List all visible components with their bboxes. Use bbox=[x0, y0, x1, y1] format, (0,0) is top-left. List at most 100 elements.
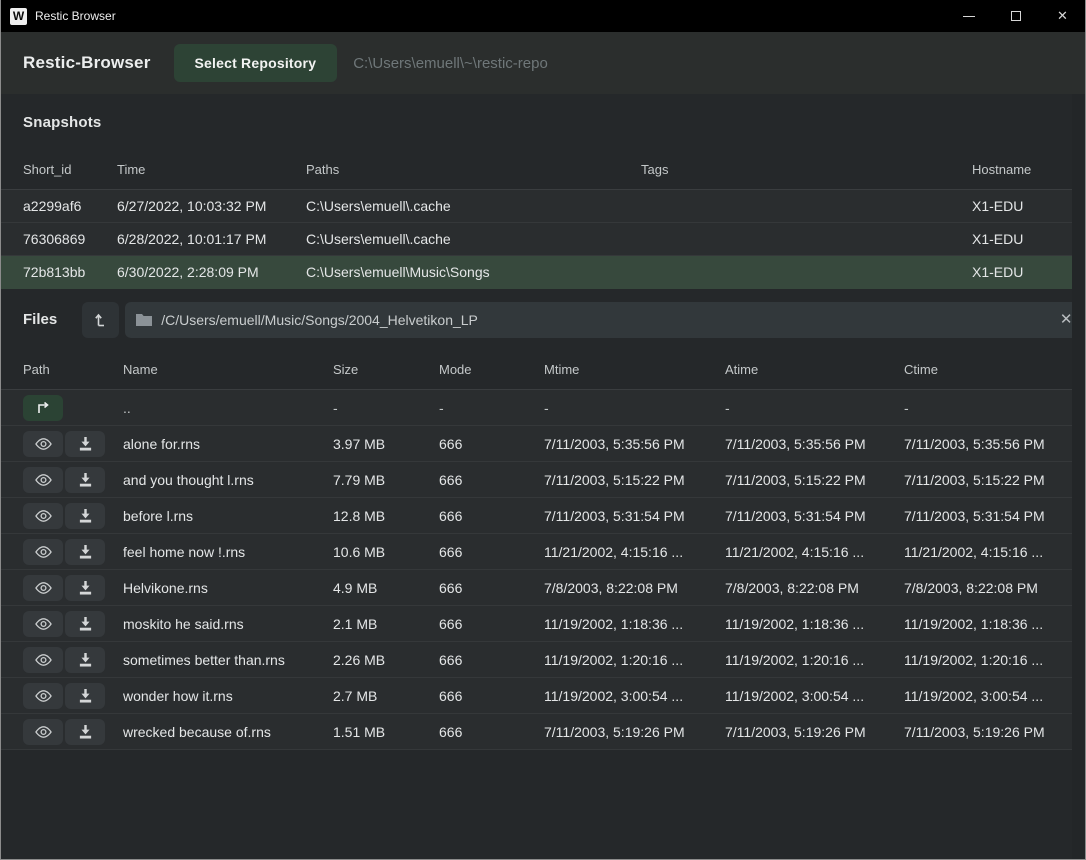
eye-icon bbox=[34, 545, 53, 559]
preview-file-button[interactable] bbox=[23, 539, 63, 565]
file-ctime: 11/19/2002, 1:20:16 ... bbox=[904, 652, 1073, 668]
file-atime: 7/11/2003, 5:35:56 PM bbox=[725, 436, 904, 452]
scrollbar-gutter bbox=[1072, 94, 1085, 859]
go-to-root-button[interactable] bbox=[82, 302, 119, 338]
file-row: before l.rns 12.8 MB 666 7/11/2003, 5:31… bbox=[1, 498, 1073, 534]
download-icon bbox=[78, 508, 93, 523]
file-atime: 11/19/2002, 1:20:16 ... bbox=[725, 652, 904, 668]
files-table-header: Path Name Size Mode Mtime Atime Ctime bbox=[1, 350, 1073, 390]
files-section-header: Files /C/Users/emuell/Music/Songs/2004_H… bbox=[1, 289, 1085, 350]
clear-path-icon: ✕ bbox=[1060, 311, 1073, 328]
file-name: feel home now !.rns bbox=[123, 544, 333, 560]
file-atime: 11/19/2002, 1:18:36 ... bbox=[725, 616, 904, 632]
download-file-button[interactable] bbox=[65, 575, 105, 601]
file-mtime: 7/11/2003, 5:35:56 PM bbox=[544, 436, 725, 452]
column-tags: Tags bbox=[641, 162, 972, 177]
select-repository-button[interactable]: Select Repository bbox=[174, 44, 338, 82]
download-icon bbox=[78, 472, 93, 487]
preview-file-button[interactable] bbox=[23, 431, 63, 457]
file-mode: 666 bbox=[439, 544, 544, 560]
snapshots-table-header: Short_id Time Paths Tags Hostname bbox=[1, 150, 1073, 190]
file-mtime: 7/11/2003, 5:19:26 PM bbox=[544, 724, 725, 740]
preview-file-button[interactable] bbox=[23, 719, 63, 745]
download-file-button[interactable] bbox=[65, 611, 105, 637]
window-title: Restic Browser bbox=[35, 9, 116, 23]
snapshots-rows: a2299af6 6/27/2022, 10:03:32 PM C:\Users… bbox=[1, 190, 1085, 289]
download-file-button[interactable] bbox=[65, 683, 105, 709]
eye-icon bbox=[34, 437, 53, 451]
eye-icon bbox=[34, 689, 53, 703]
file-mode: 666 bbox=[439, 472, 544, 488]
preview-file-button[interactable] bbox=[23, 647, 63, 673]
app-window: W Restic Browser ✕ Restic-Browser Select… bbox=[0, 0, 1086, 860]
close-button[interactable]: ✕ bbox=[1039, 0, 1086, 32]
file-name: Helvikone.rns bbox=[123, 580, 333, 596]
file-row: sometimes better than.rns 2.26 MB 666 11… bbox=[1, 642, 1073, 678]
file-row: alone for.rns 3.97 MB 666 7/11/2003, 5:3… bbox=[1, 426, 1073, 462]
column-time: Time bbox=[117, 162, 306, 177]
file-ctime: 11/19/2002, 3:00:54 ... bbox=[904, 688, 1073, 704]
download-file-button[interactable] bbox=[65, 539, 105, 565]
download-file-button[interactable] bbox=[65, 503, 105, 529]
file-ctime: 7/11/2003, 5:35:56 PM bbox=[904, 436, 1073, 452]
download-icon bbox=[78, 652, 93, 667]
minimize-button[interactable] bbox=[945, 0, 992, 32]
download-file-button[interactable] bbox=[65, 647, 105, 673]
download-file-button[interactable] bbox=[65, 467, 105, 493]
snapshot-paths: C:\Users\emuell\.cache bbox=[306, 198, 641, 214]
file-name: moskito he said.rns bbox=[123, 616, 333, 632]
file-mtime: 11/21/2002, 4:15:16 ... bbox=[544, 544, 725, 560]
parent-dir-mode: - bbox=[439, 400, 544, 416]
preview-file-button[interactable] bbox=[23, 503, 63, 529]
file-size: 3.97 MB bbox=[333, 436, 439, 452]
file-mode: 666 bbox=[439, 508, 544, 524]
download-icon bbox=[78, 544, 93, 559]
file-size: 10.6 MB bbox=[333, 544, 439, 560]
download-file-button[interactable] bbox=[65, 719, 105, 745]
snapshot-row[interactable]: 76306869 6/28/2022, 10:01:17 PM C:\Users… bbox=[1, 223, 1073, 256]
preview-file-button[interactable] bbox=[23, 467, 63, 493]
file-row: moskito he said.rns 2.1 MB 666 11/19/200… bbox=[1, 606, 1073, 642]
preview-file-button[interactable] bbox=[23, 683, 63, 709]
file-mtime: 11/19/2002, 3:00:54 ... bbox=[544, 688, 725, 704]
snapshot-time: 6/30/2022, 2:28:09 PM bbox=[117, 264, 306, 280]
snapshot-hostname: X1-EDU bbox=[972, 264, 1073, 280]
file-name: alone for.rns bbox=[123, 436, 333, 452]
maximize-button[interactable] bbox=[992, 0, 1039, 32]
snapshot-paths: C:\Users\emuell\.cache bbox=[306, 231, 641, 247]
files-current-path: /C/Users/emuell/Music/Songs/2004_Helveti… bbox=[161, 312, 1049, 328]
close-icon: ✕ bbox=[1057, 8, 1068, 24]
file-ctime: 7/11/2003, 5:31:54 PM bbox=[904, 508, 1073, 524]
column-ctime: Ctime bbox=[904, 362, 1073, 377]
file-size: 12.8 MB bbox=[333, 508, 439, 524]
folder-icon bbox=[135, 313, 153, 327]
download-icon bbox=[78, 436, 93, 451]
column-hostname: Hostname bbox=[972, 162, 1073, 177]
eye-icon bbox=[34, 509, 53, 523]
download-icon bbox=[78, 724, 93, 739]
snapshot-row[interactable]: 72b813bb 6/30/2022, 2:28:09 PM C:\Users\… bbox=[1, 256, 1073, 289]
file-mtime: 7/11/2003, 5:15:22 PM bbox=[544, 472, 725, 488]
file-ctime: 7/8/2003, 8:22:08 PM bbox=[904, 580, 1073, 596]
file-mode: 666 bbox=[439, 724, 544, 740]
file-mtime: 7/11/2003, 5:31:54 PM bbox=[544, 508, 725, 524]
minimize-icon bbox=[963, 16, 975, 17]
files-path-input[interactable]: /C/Users/emuell/Music/Songs/2004_Helveti… bbox=[125, 302, 1083, 338]
file-row: Helvikone.rns 4.9 MB 666 7/8/2003, 8:22:… bbox=[1, 570, 1073, 606]
column-size: Size bbox=[333, 362, 439, 377]
snapshot-short-id: a2299af6 bbox=[23, 198, 117, 214]
parent-directory-row: .. - - - - - bbox=[1, 390, 1073, 426]
preview-file-button[interactable] bbox=[23, 611, 63, 637]
file-atime: 7/8/2003, 8:22:08 PM bbox=[725, 580, 904, 596]
snapshots-section-header: Snapshots bbox=[1, 94, 1085, 150]
download-file-button[interactable] bbox=[65, 431, 105, 457]
go-up-directory-button[interactable] bbox=[23, 395, 63, 421]
file-name: sometimes better than.rns bbox=[123, 652, 333, 668]
column-mtime: Mtime bbox=[544, 362, 725, 377]
files-title: Files bbox=[23, 311, 57, 328]
preview-file-button[interactable] bbox=[23, 575, 63, 601]
file-mode: 666 bbox=[439, 652, 544, 668]
column-atime: Atime bbox=[725, 362, 904, 377]
file-name: wonder how it.rns bbox=[123, 688, 333, 704]
snapshot-row[interactable]: a2299af6 6/27/2022, 10:03:32 PM C:\Users… bbox=[1, 190, 1073, 223]
